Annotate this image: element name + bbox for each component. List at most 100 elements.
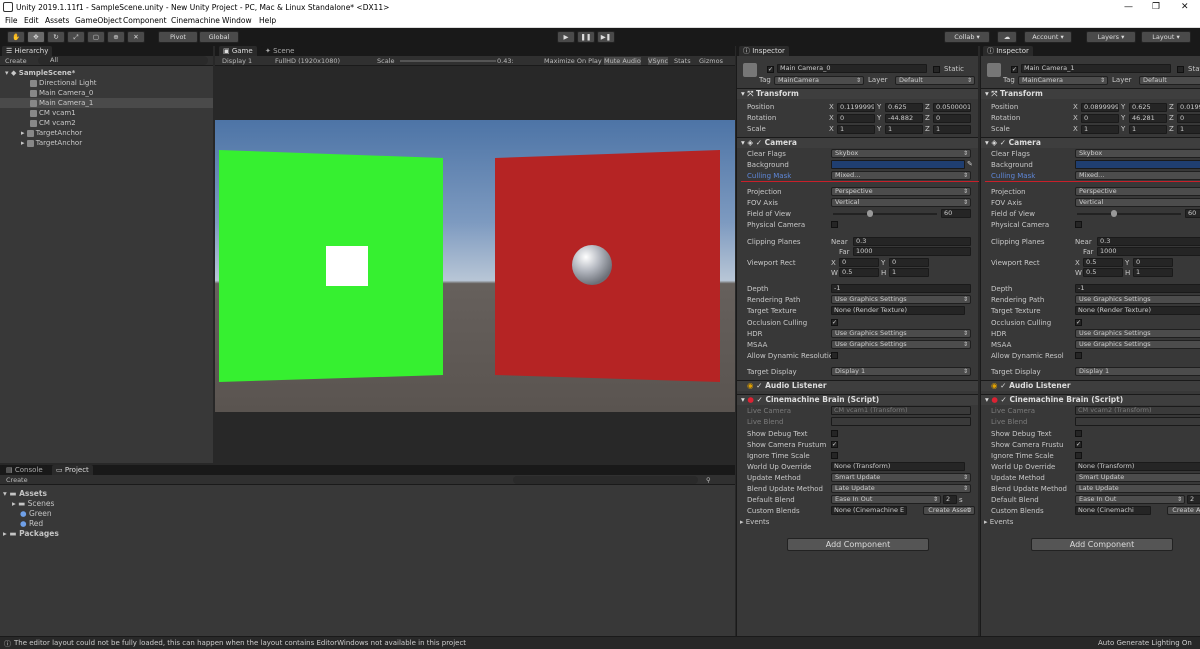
culling-mask-dropdown[interactable]: Mixed... xyxy=(831,171,971,180)
viewport-h-field[interactable]: 1 xyxy=(1133,268,1173,277)
audio-listener-header[interactable]: ◉ ✓ Audio Listener xyxy=(981,380,1200,391)
layer-dropdown[interactable]: Default xyxy=(895,76,975,85)
fov-slider-handle[interactable] xyxy=(867,210,873,217)
hdr-dropdown[interactable]: Use Graphics Settings xyxy=(1075,329,1200,338)
viewport-x-field[interactable]: 0.5 xyxy=(1083,258,1123,267)
fov-axis-dropdown[interactable]: Vertical xyxy=(831,198,971,207)
rendering-path-dropdown[interactable]: Use Graphics Settings xyxy=(1075,295,1200,304)
collab-button[interactable]: Collab ▾ xyxy=(944,31,990,43)
rotation-x-field[interactable]: 0 xyxy=(837,114,875,123)
rotation-x-field[interactable]: 0 xyxy=(1081,114,1119,123)
occlusion-checkbox[interactable]: ✓ xyxy=(1075,319,1082,326)
projection-dropdown[interactable]: Perspective xyxy=(831,187,971,196)
rotation-z-field[interactable]: 0 xyxy=(1177,114,1200,123)
move-tool-icon[interactable]: ✥ xyxy=(27,31,45,43)
scale-slider[interactable] xyxy=(400,60,496,62)
background-color-field[interactable] xyxy=(831,160,965,169)
project-create-button[interactable]: Create xyxy=(6,476,28,484)
viewport-w-field[interactable]: 0.5 xyxy=(839,268,879,277)
tab-inspector[interactable]: ⓘ Inspector xyxy=(739,46,789,56)
scale-x-field[interactable]: 1 xyxy=(837,125,875,134)
fov-field[interactable]: 60 xyxy=(1185,209,1200,218)
events-foldout[interactable]: ▸ Events xyxy=(740,518,769,526)
custom-blends-field[interactable]: None (Cinemachine E xyxy=(831,506,907,515)
pause-icon[interactable]: ❚❚ xyxy=(577,31,595,43)
rotation-y-field[interactable]: 46.281 xyxy=(1129,114,1167,123)
status-message[interactable]: The editor layout could not be fully loa… xyxy=(14,639,466,647)
update-method-dropdown[interactable]: Smart Update xyxy=(1075,473,1200,482)
create-asset-button[interactable]: Create Asset xyxy=(1167,506,1200,515)
audio-listener-header[interactable]: ◉ ✓ Audio Listener xyxy=(737,380,978,391)
layers-button[interactable]: Layers ▾ xyxy=(1086,31,1136,43)
clear-flags-dropdown[interactable]: Skybox xyxy=(1075,149,1200,158)
blend-update-dropdown[interactable]: Late Update xyxy=(831,484,971,493)
blend-update-dropdown[interactable]: Late Update xyxy=(1075,484,1200,493)
rect-tool-icon[interactable]: ▢ xyxy=(87,31,105,43)
background-color-field[interactable] xyxy=(1075,160,1200,169)
transform-header[interactable]: ▾ ⤧ Transform xyxy=(737,88,978,99)
menu-help[interactable]: Help xyxy=(259,16,276,25)
fov-slider[interactable] xyxy=(833,213,937,215)
create-asset-button[interactable]: Create Asset xyxy=(923,506,975,515)
tree-green[interactable]: ● Green xyxy=(20,509,52,518)
static-checkbox[interactable] xyxy=(933,66,940,73)
target-texture-field[interactable]: None (Render Texture) xyxy=(1075,306,1200,315)
dynamic-resolution-checkbox[interactable] xyxy=(831,352,838,359)
msaa-dropdown[interactable]: Use Graphics Settings xyxy=(831,340,971,349)
ignore-time-scale-checkbox[interactable] xyxy=(831,452,838,459)
depth-field[interactable]: -1 xyxy=(1075,284,1200,293)
custom-tool-icon[interactable]: ✕ xyxy=(127,31,145,43)
layer-dropdown[interactable]: Default xyxy=(1139,76,1200,85)
far-field[interactable]: 1000 xyxy=(1097,247,1200,256)
hierarchy-item[interactable]: Directional Light xyxy=(0,78,213,88)
cloud-icon[interactable]: ☁ xyxy=(997,31,1017,43)
display-dropdown[interactable]: Display 1 xyxy=(222,57,252,65)
hand-tool-icon[interactable]: ✋ xyxy=(7,31,25,43)
close-icon[interactable]: ✕ xyxy=(1181,2,1189,12)
rotation-y-field[interactable]: -44.882 xyxy=(885,114,923,123)
dynamic-resolution-checkbox[interactable] xyxy=(1075,352,1082,359)
transform-tool-icon[interactable]: ⊕ xyxy=(107,31,125,43)
position-x-field[interactable]: 0.0899999 xyxy=(1081,103,1119,112)
projection-dropdown[interactable]: Perspective xyxy=(1075,187,1200,196)
hierarchy-item[interactable]: Main Camera_0 xyxy=(0,88,213,98)
scale-y-field[interactable]: 1 xyxy=(885,125,923,134)
blend-time-field[interactable]: 2 xyxy=(1187,495,1200,504)
play-icon[interactable]: ▶ xyxy=(557,31,575,43)
layout-button[interactable]: Layout ▾ xyxy=(1141,31,1191,43)
tag-dropdown[interactable]: MainCamera xyxy=(1018,76,1108,85)
world-up-field[interactable]: None (Transform) xyxy=(831,462,965,471)
fov-slider[interactable] xyxy=(1077,213,1181,215)
hdr-dropdown[interactable]: Use Graphics Settings xyxy=(831,329,971,338)
target-display-dropdown[interactable]: Display 1 xyxy=(1075,367,1200,376)
viewport-x-field[interactable]: 0 xyxy=(839,258,879,267)
scale-tool-icon[interactable]: ⤢ xyxy=(67,31,85,43)
minimize-icon[interactable]: — xyxy=(1124,2,1133,12)
tree-red[interactable]: ● Red xyxy=(20,519,43,528)
tree-scenes[interactable]: ▸ ▬ Scenes xyxy=(12,499,54,508)
active-checkbox[interactable]: ✓ xyxy=(1011,66,1018,73)
hierarchy-create-button[interactable]: Create xyxy=(5,57,27,65)
custom-blends-field[interactable]: None (Cinemachi xyxy=(1075,506,1151,515)
physical-camera-checkbox[interactable] xyxy=(831,221,838,228)
auto-generate-lighting[interactable]: Auto Generate Lighting On xyxy=(1098,639,1192,647)
tab-project[interactable]: ▭ Project xyxy=(52,465,93,475)
tree-packages[interactable]: ▸ ▬ Packages xyxy=(3,529,59,538)
position-y-field[interactable]: 0.625 xyxy=(885,103,923,112)
step-icon[interactable]: ▶❚ xyxy=(597,31,615,43)
position-y-field[interactable]: 0.625 xyxy=(1129,103,1167,112)
scale-z-field[interactable]: 1 xyxy=(933,125,971,134)
scale-x-field[interactable]: 1 xyxy=(1081,125,1119,134)
game-render-view[interactable] xyxy=(215,120,735,412)
static-checkbox[interactable] xyxy=(1177,66,1184,73)
update-method-dropdown[interactable]: Smart Update xyxy=(831,473,971,482)
occlusion-checkbox[interactable]: ✓ xyxy=(831,319,838,326)
ignore-time-scale-checkbox[interactable] xyxy=(1075,452,1082,459)
hierarchy-search-input[interactable]: All xyxy=(38,56,208,65)
show-debug-checkbox[interactable] xyxy=(1075,430,1082,437)
vsync-toggle[interactable]: VSync xyxy=(648,57,669,65)
clear-flags-dropdown[interactable]: Skybox xyxy=(831,149,971,158)
target-texture-field[interactable]: None (Render Texture) xyxy=(831,306,965,315)
physical-camera-checkbox[interactable] xyxy=(1075,221,1082,228)
hierarchy-item[interactable]: Main Camera_1 xyxy=(0,98,213,108)
